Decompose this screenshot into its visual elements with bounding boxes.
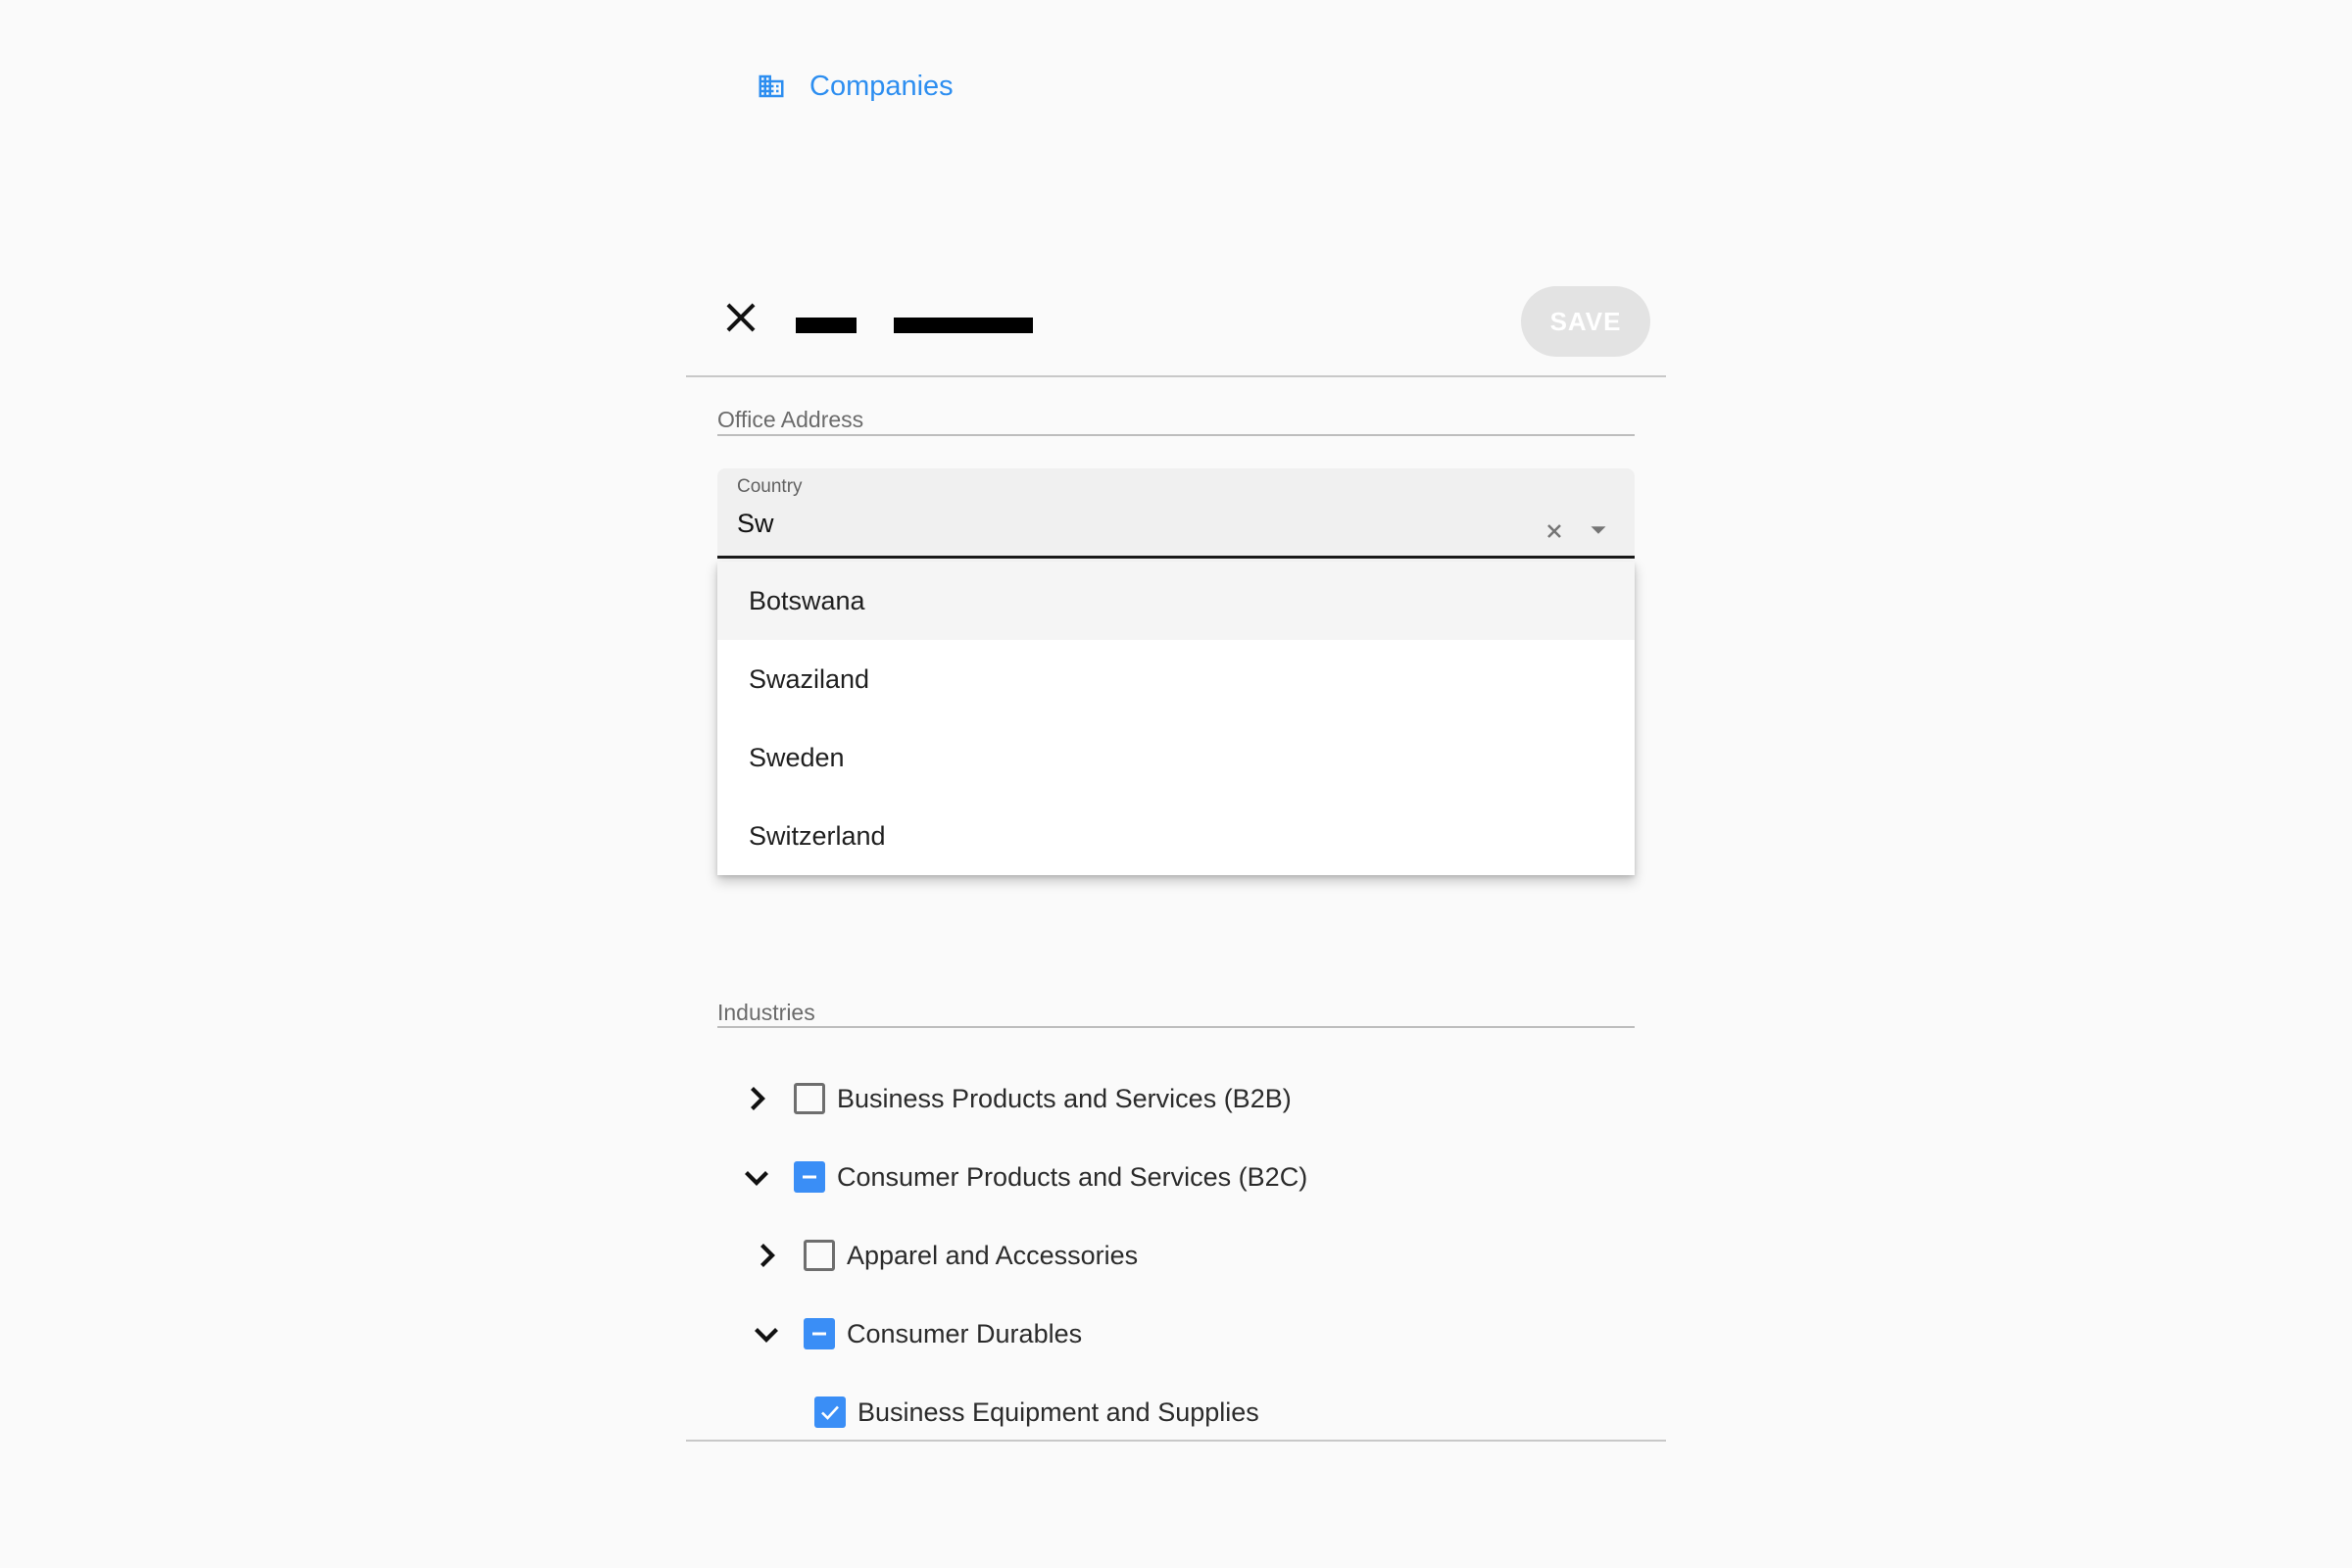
companies-link-label: Companies <box>809 70 954 102</box>
office-address-divider <box>717 434 1635 436</box>
checkbox-indeterminate[interactable] <box>794 1161 825 1193</box>
header-divider <box>686 375 1666 377</box>
industries-heading: Industries <box>717 1000 815 1025</box>
tree-item[interactable]: Business Equipment and Supplies <box>814 1383 1259 1442</box>
close-icon[interactable] <box>721 298 760 337</box>
country-option[interactable]: Sweden <box>717 718 1635 797</box>
footer-divider <box>686 1440 1666 1442</box>
country-option[interactable]: Swaziland <box>717 640 1635 718</box>
clear-icon[interactable] <box>1543 519 1566 543</box>
building-icon <box>759 74 784 98</box>
companies-link[interactable]: Companies <box>757 65 954 108</box>
checkbox-checked[interactable] <box>814 1396 846 1428</box>
industries-divider <box>717 1026 1635 1028</box>
minus-icon <box>812 1332 826 1336</box>
country-option[interactable]: Switzerland <box>717 797 1635 875</box>
redacted-title-part-1 <box>796 318 857 333</box>
checkbox-indeterminate[interactable] <box>804 1318 835 1349</box>
tree-item[interactable]: Consumer Durables <box>749 1304 1082 1363</box>
checkbox[interactable] <box>804 1240 835 1271</box>
tree-item[interactable]: Business Products and Services (B2B) <box>739 1069 1292 1128</box>
checkbox[interactable] <box>794 1083 825 1114</box>
tree-item-label: Consumer Durables <box>847 1318 1083 1348</box>
redacted-title-part-2 <box>894 318 1033 333</box>
tree-item[interactable]: Consumer Products and Services (B2C) <box>739 1148 1307 1206</box>
country-input[interactable] <box>737 504 1501 543</box>
check-icon <box>821 1405 839 1420</box>
country-field[interactable]: Country <box>717 468 1635 559</box>
tree-item-label: Business Equipment and Supplies <box>858 1396 1259 1427</box>
tree-item-label: Apparel and Accessories <box>847 1240 1139 1270</box>
chevron-right-icon[interactable] <box>739 1081 774 1116</box>
country-options-list: Botswana Swaziland Sweden Switzerland <box>717 562 1635 875</box>
save-button[interactable]: SAVE <box>1521 286 1650 357</box>
tree-item[interactable]: Apparel and Accessories <box>749 1226 1138 1285</box>
country-option[interactable]: Botswana <box>717 562 1635 640</box>
tree-item-label: Business Products and Services (B2B) <box>837 1083 1292 1113</box>
chevron-down-icon[interactable] <box>749 1316 784 1351</box>
country-label: Country <box>737 476 803 497</box>
chevron-right-icon[interactable] <box>749 1238 784 1273</box>
form-header: SAVE <box>686 276 1666 376</box>
chevron-down-icon[interactable] <box>739 1159 774 1195</box>
office-address-heading: Office Address <box>717 407 864 432</box>
tree-item-label: Consumer Products and Services (B2C) <box>837 1161 1308 1192</box>
minus-icon <box>803 1175 816 1179</box>
chevron-down-icon[interactable] <box>1584 515 1613 545</box>
